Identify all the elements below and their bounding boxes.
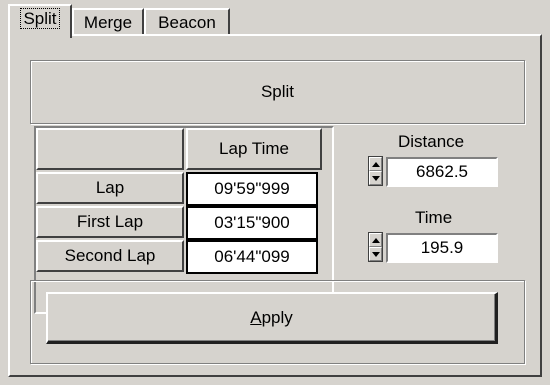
- time-label: Time: [415, 208, 453, 227]
- distance-down-arrow-icon[interactable]: [369, 171, 382, 185]
- tab-split[interactable]: Split: [8, 4, 72, 38]
- distance-spinner[interactable]: [368, 156, 383, 186]
- tab-split-label: Split: [20, 8, 60, 29]
- tab-beacon-label: Beacon: [158, 13, 216, 32]
- first-lap-time-cell[interactable]: 03'15"900: [186, 206, 318, 240]
- second-lap-time-cell[interactable]: 06'44"099: [186, 240, 318, 274]
- time-down-arrow-icon[interactable]: [369, 247, 382, 261]
- lap-time-column-header[interactable]: Lap Time: [186, 128, 322, 170]
- split-button[interactable]: Split: [30, 60, 525, 124]
- row-header-lap[interactable]: Lap: [36, 172, 184, 204]
- table-corner-header: [36, 128, 184, 170]
- time-spinner[interactable]: [368, 232, 383, 262]
- time-up-arrow-icon[interactable]: [369, 233, 382, 247]
- split-button-label: Split: [260, 82, 295, 101]
- apply-button-label: Apply: [250, 307, 293, 327]
- time-input[interactable]: 195.9: [386, 233, 498, 263]
- apply-button[interactable]: Apply: [46, 292, 498, 344]
- lap-time-cell[interactable]: 09'59"999: [186, 172, 318, 206]
- lap-time-header-label: Lap Time: [219, 139, 289, 158]
- distance-up-arrow-icon[interactable]: [369, 157, 382, 171]
- tab-merge-label: Merge: [83, 13, 133, 32]
- distance-input[interactable]: 6862.5: [386, 157, 498, 187]
- row-header-first-lap[interactable]: First Lap: [36, 206, 184, 238]
- tab-panel: Split Lap Time Lap 09'59"999 First Lap 0…: [8, 34, 542, 377]
- distance-label: Distance: [398, 132, 465, 151]
- row-header-second-lap[interactable]: Second Lap: [36, 240, 184, 272]
